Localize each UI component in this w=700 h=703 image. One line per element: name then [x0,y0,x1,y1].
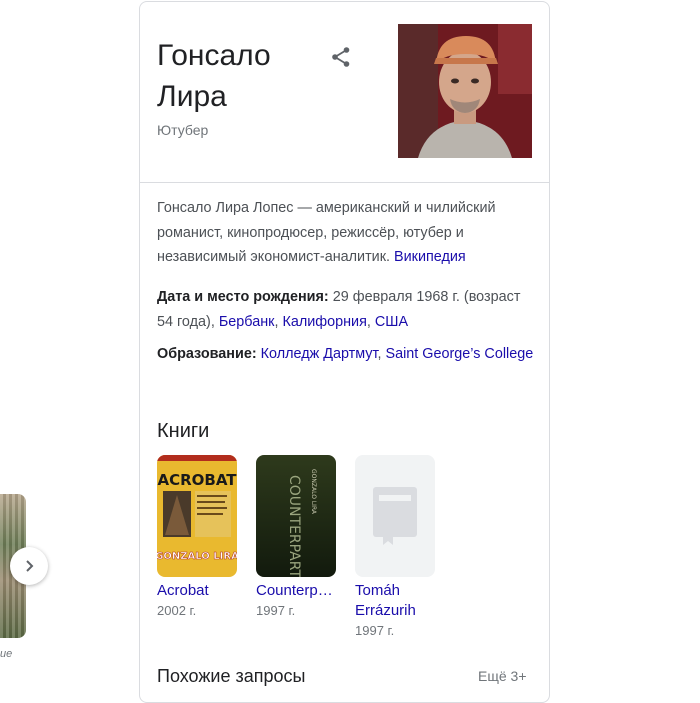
chevron-right-icon [26,560,34,572]
cover-title-text: COUNTERPARTS [286,475,302,577]
birth-country-link[interactable]: США [375,314,408,330]
book-cover-acrobat: ACROBAT GONZALO LIRA [157,455,237,577]
carousel-next-button[interactable] [10,547,48,585]
carousel-caption-partial: ие [0,648,13,660]
wikipedia-link[interactable]: Википедия [394,249,466,265]
education-fact: Образование: Колледж Дартмут, Saint Geor… [157,346,534,362]
more-related-link[interactable]: Ещё 3+ [478,668,527,684]
book-title[interactable]: Tomáh Errázurih [355,581,445,621]
book-icon [373,487,417,545]
book-year: 1997 г. [355,623,395,638]
book-item[interactable]: Tomáh Errázurih 1997 г. [355,455,437,641]
share-icon [332,47,350,67]
panel-header: Гонсало Лира Ютубер [140,2,549,183]
book-cover[interactable]: COUNTERPARTS GONZALO LIRA [256,455,336,577]
books-heading: Книги [157,420,210,442]
share-button[interactable] [329,45,353,69]
book-item[interactable]: ACROBAT GONZALO LIRA Acrobat 2002 г. [157,455,239,621]
birth-state-link[interactable]: Калифорния [282,314,366,330]
book-year: 1997 г. [256,603,296,618]
book-cover-placeholder[interactable] [355,455,435,577]
book-title[interactable]: Acrobat [157,581,239,601]
birth-label: Дата и место рождения: [157,289,329,305]
panel-subtitle: Ютубер [157,122,209,138]
education-link-dartmouth[interactable]: Колледж Дартмут [261,346,378,362]
cover-author-text: GONZALO LIRA [157,551,237,562]
birth-city-link[interactable]: Бербанк [219,314,275,330]
book-cover-counterparts: COUNTERPARTS GONZALO LIRA [256,455,336,577]
cover-author-text: GONZALO LIRA [310,469,317,515]
book-item[interactable]: COUNTERPARTS GONZALO LIRA Counterp… 1997… [256,455,338,621]
panel-description: Гонсало Лира Лопес — американский и чили… [157,196,537,270]
education-label: Образование: [157,346,257,362]
education-link-saint-georges[interactable]: Saint George’s College [386,346,534,362]
book-cover[interactable]: ACROBAT GONZALO LIRA [157,455,237,577]
person-photo[interactable] [398,24,532,158]
book-title[interactable]: Counterp… [256,581,338,601]
cover-title-text: ACROBAT [157,471,237,489]
knowledge-panel: Гонсало Лира Ютубер Гонсало Лира Лопес —… [139,1,550,703]
portrait-image [398,24,532,158]
page-title: Гонсало Лира [157,39,271,113]
birth-fact: Дата и место рождения: 29 февраля 1968 г… [157,289,521,330]
book-year: 2002 г. [157,603,197,618]
